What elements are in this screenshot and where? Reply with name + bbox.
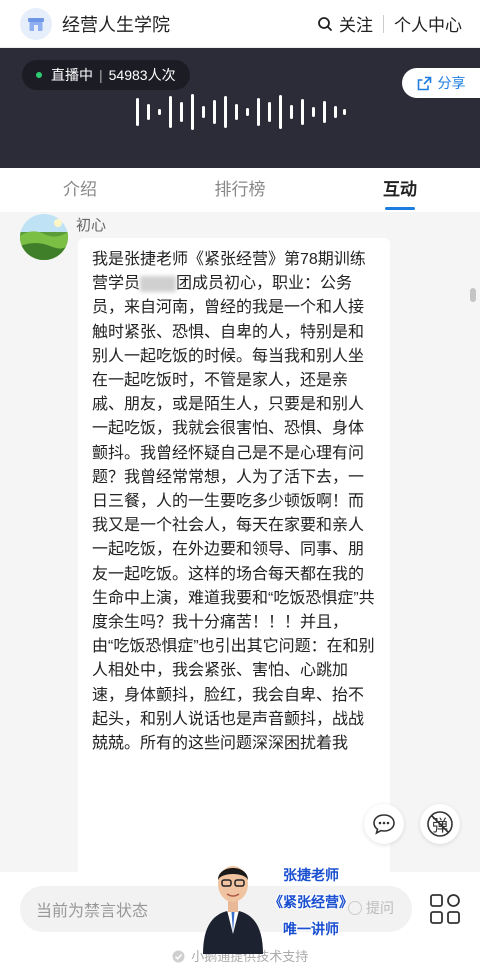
grid-icon — [430, 894, 460, 924]
top-bar: 经营人生学院 关注 个人中心 — [0, 0, 480, 48]
site-title: 经营人生学院 — [62, 14, 170, 35]
grid-menu-button[interactable] — [428, 892, 462, 926]
live-player[interactable]: 直播中 | 54983人次 分享 — [0, 48, 480, 168]
promo-line-1: 张捷老师 — [283, 867, 339, 883]
share-icon — [417, 76, 431, 90]
top-bar-actions: 关注 个人中心 — [317, 11, 462, 36]
divider — [383, 14, 384, 33]
personal-center-link[interactable]: 个人中心 — [394, 11, 462, 36]
store-logo-icon[interactable] — [20, 7, 52, 40]
message-bubble: 我是张捷老师《紧张经营》第78期训练营学员 团成员初心，职业：公务员，来自河南，曾… — [78, 238, 390, 878]
message-text-part-2: 团成员初心，职业：公务员，来自河南，曾经的我是一个和人接触时紧张、恐惧、自卑的人… — [92, 275, 375, 753]
live-status-badge: 直播中 | 54983人次 — [22, 60, 190, 90]
tab-ranking[interactable]: 排行榜 — [160, 168, 320, 212]
chat-area[interactable]: 初心 我是张捷老师《紧张经营》第78期训练营学员 团成员初心，职业：公务员，来自河… — [0, 212, 480, 878]
comment-icon — [373, 814, 395, 835]
badge-divider: | — [99, 67, 103, 83]
tab-intro[interactable]: 介绍 — [0, 168, 160, 212]
share-button[interactable]: 分享 — [402, 68, 480, 98]
lecturer-photo — [203, 866, 263, 954]
danmu-toggle-button[interactable]: 弹 — [420, 804, 460, 844]
share-label: 分享 — [437, 75, 466, 91]
promo-line-2: 《紧张经营》 — [269, 894, 353, 910]
viewer-count: 54983人次 — [108, 67, 176, 83]
promo-text: 张捷老师 《紧张经营》 唯一讲师 — [265, 862, 357, 943]
input-placeholder: 当前为禁言状态 — [36, 903, 149, 920]
audio-wave-icon — [136, 94, 346, 130]
comment-button[interactable] — [364, 804, 404, 844]
danmu-label: 弹 — [431, 818, 448, 835]
promo-line-3: 唯一讲师 — [283, 921, 339, 937]
redacted-text — [140, 275, 177, 292]
ask-label: 提问 — [366, 900, 394, 916]
search-icon — [318, 16, 332, 31]
scrollbar[interactable] — [470, 288, 476, 302]
follow-button[interactable]: 关注 — [317, 11, 373, 36]
tab-bar: 介绍 排行榜 互动 — [0, 168, 480, 212]
message-username: 初心 — [76, 217, 107, 234]
check-circle-icon — [172, 950, 185, 963]
live-status-text: 直播中 — [51, 67, 93, 83]
avatar[interactable] — [20, 214, 68, 260]
live-dot-icon — [36, 72, 42, 78]
lecturer-promo-overlay[interactable]: 张捷老师 《紧张经营》 唯一讲师 — [195, 846, 355, 956]
follow-label: 关注 — [339, 16, 373, 35]
tab-interaction[interactable]: 互动 — [320, 168, 480, 212]
